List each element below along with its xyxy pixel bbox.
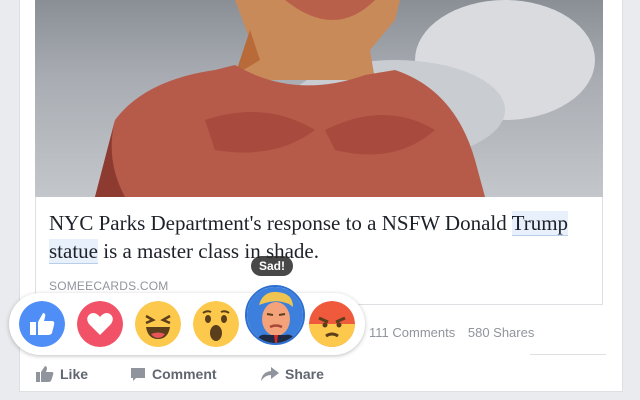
comment-label: Comment [152,366,217,382]
reaction-wow[interactable] [193,301,239,347]
share-label: Share [285,366,324,382]
comments-count[interactable]: 111 Comments [369,325,455,340]
post-photo[interactable] [35,0,603,197]
link-preview[interactable]: NYC Parks Department's response to a NSF… [35,197,603,305]
reaction-sad[interactable] [245,285,305,345]
reaction-tooltip: Sad! [251,256,294,276]
reaction-love[interactable] [77,301,123,347]
haha-icon [135,301,181,347]
angry-icon [309,301,355,347]
shares-count[interactable]: 580 Shares [468,325,535,340]
stats-divider [530,354,606,355]
wow-icon [193,301,239,347]
thumbs-up-icon [36,366,54,382]
love-icon [77,301,123,347]
share-button[interactable]: Share [261,366,324,382]
like-button[interactable]: Like [36,366,88,382]
comment-icon [131,367,145,381]
link-headline[interactable]: NYC Parks Department's response to a NSF… [49,209,589,265]
sad-trump-face-icon [247,287,303,343]
reaction-angry[interactable] [309,301,355,347]
share-icon [261,366,279,381]
like-label: Like [60,366,89,382]
comment-button[interactable]: Comment [130,366,217,382]
reaction-haha[interactable] [135,301,181,347]
reaction-like[interactable] [19,301,65,347]
post-stats: 111 Comments 580 Shares [369,325,543,340]
reactions-bar [9,285,365,355]
like-icon [19,301,65,347]
link-source: SOMEECARDS.COM [49,279,169,293]
